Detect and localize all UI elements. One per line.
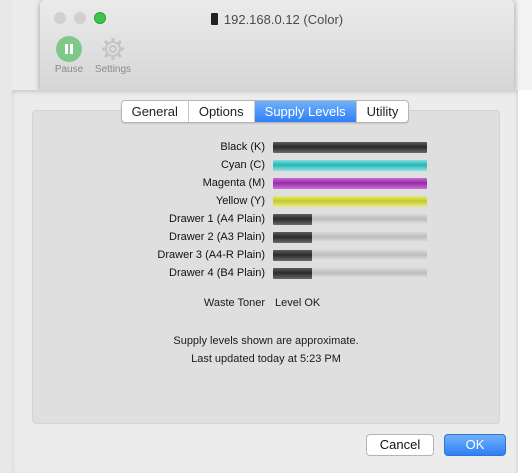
tab-general[interactable]: General	[122, 101, 188, 122]
supply-row: Yellow (Y)	[33, 193, 499, 211]
tab-group: General Options Supply Levels Utility	[120, 100, 410, 123]
supply-level-fill	[273, 250, 312, 261]
supply-level-bar	[273, 268, 427, 279]
tab-utility[interactable]: Utility	[355, 101, 409, 122]
supply-level-fill	[273, 214, 312, 225]
gear-icon	[100, 36, 126, 62]
supply-row: Cyan (C)	[33, 157, 499, 175]
printer-queue-window: 192.168.0.12 (Color) Pause Settings	[40, 0, 514, 90]
window-title-text: 192.168.0.12 (Color)	[223, 12, 344, 27]
cancel-button[interactable]: Cancel	[366, 434, 434, 456]
supply-label: Magenta (M)	[202, 177, 265, 189]
desktop-edge-right	[518, 0, 532, 90]
supply-row: Drawer 4 (B4 Plain)	[33, 265, 499, 283]
supply-list: Black (K) Cyan (C) Magenta (M) Yellow (Y…	[33, 139, 499, 283]
supply-row: Drawer 1 (A4 Plain)	[33, 211, 499, 229]
ok-button[interactable]: OK	[444, 434, 506, 456]
supply-levels-sheet: General Options Supply Levels Utility Bl…	[12, 90, 518, 473]
supply-row: Black (K)	[33, 139, 499, 157]
supply-label: Black (K)	[220, 141, 265, 153]
supply-row: Drawer 2 (A3 Plain)	[33, 229, 499, 247]
tab-supply-levels[interactable]: Supply Levels	[253, 101, 356, 122]
supply-level-fill	[273, 160, 427, 171]
supply-level-bar	[273, 196, 427, 207]
settings-button[interactable]: Settings	[90, 36, 136, 75]
supply-level-bar	[273, 214, 427, 225]
supply-label: Drawer 4 (B4 Plain)	[169, 267, 265, 279]
window-title: 192.168.0.12 (Color)	[40, 12, 514, 27]
supply-level-fill	[273, 232, 312, 243]
desktop-edge	[0, 0, 12, 473]
supply-level-bar	[273, 160, 427, 171]
supply-level-fill	[273, 142, 427, 153]
tab-options[interactable]: Options	[187, 101, 254, 122]
supply-level-bar	[273, 232, 427, 243]
supply-level-fill	[273, 178, 427, 189]
last-updated-note: Last updated today at 5:23 PM	[191, 353, 341, 365]
settings-label: Settings	[94, 64, 132, 75]
supply-label: Yellow (Y)	[215, 195, 265, 207]
supply-label: Cyan (C)	[220, 159, 265, 171]
waste-toner-label: Waste Toner	[203, 297, 265, 309]
supply-level-bar	[273, 142, 427, 153]
approximate-note: Supply levels shown are approximate.	[173, 335, 359, 347]
pause-label: Pause	[54, 64, 84, 75]
printer-icon	[210, 13, 218, 25]
supply-level-fill	[273, 196, 427, 207]
supply-level-bar	[273, 250, 427, 261]
supply-levels-panel: Black (K) Cyan (C) Magenta (M) Yellow (Y…	[32, 110, 500, 424]
supply-label: Drawer 1 (A4 Plain)	[169, 213, 265, 225]
supply-label: Drawer 3 (A4-R Plain)	[157, 249, 265, 261]
waste-toner-value: Level OK	[275, 297, 321, 309]
pause-button[interactable]: Pause	[46, 36, 92, 75]
supply-label: Drawer 2 (A3 Plain)	[169, 231, 265, 243]
supply-row: Drawer 3 (A4-R Plain)	[33, 247, 499, 265]
supply-row: Magenta (M)	[33, 175, 499, 193]
tab-bar: General Options Supply Levels Utility	[12, 100, 518, 123]
pause-icon	[56, 36, 82, 62]
supply-level-bar	[273, 178, 427, 189]
supply-level-fill	[273, 268, 312, 279]
